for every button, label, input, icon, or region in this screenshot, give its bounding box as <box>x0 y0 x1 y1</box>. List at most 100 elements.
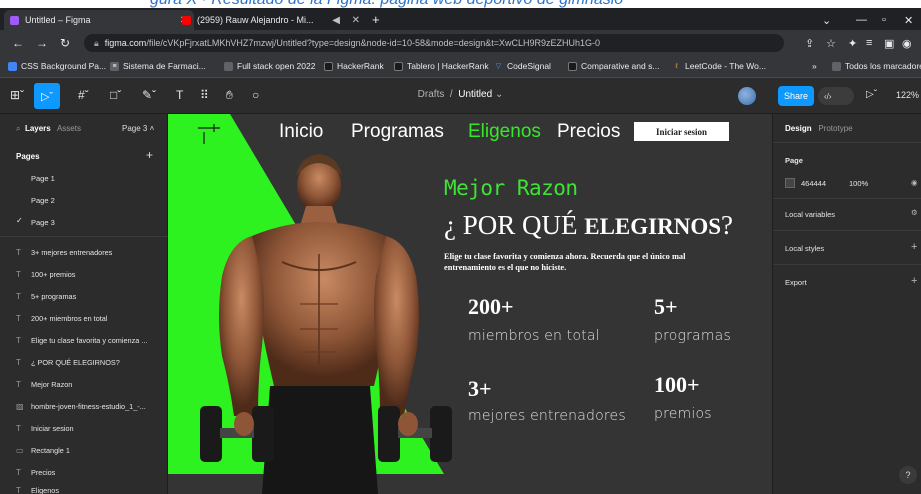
canvas[interactable]: Inicio Programas Eligenos Precios Inicia… <box>168 114 772 494</box>
add-page-icon[interactable]: + <box>146 148 153 162</box>
url-input[interactable]: 🔒︎ figma.com /file/cVKpFjrxatLMKhVHZ7mzw… <box>84 34 784 52</box>
tab-figma[interactable]: Untitled – Figma ✕ <box>4 10 194 30</box>
reload-icon[interactable]: ↻ <box>60 36 70 50</box>
bookmark-favicon-icon: ≡ <box>110 61 119 71</box>
right-panel-tabs: Design Prototype <box>785 124 853 133</box>
design-frame[interactable]: Inicio Programas Eligenos Precios Inicia… <box>168 114 772 494</box>
audio-icon[interactable]: ◀ <box>332 15 340 26</box>
bookmark-item[interactable]: Tablero | HackerRank <box>394 61 489 71</box>
nav-precios[interactable]: Precios <box>557 121 620 143</box>
login-button[interactable]: Iniciar sesion <box>634 122 729 141</box>
nav-inicio[interactable]: Inicio <box>279 121 323 143</box>
bookmark-item[interactable]: Comparative and s... <box>568 61 659 71</box>
zoom-level[interactable]: 122% <box>896 90 919 100</box>
bookmark-item[interactable]: ▽ CodeSignal <box>494 61 551 71</box>
screen: gura X · Resultado de la Figma: pagina w… <box>0 0 921 494</box>
bookmarks-more[interactable]: » <box>812 61 817 71</box>
local-styles-label[interactable]: Local styles <box>785 244 824 253</box>
tab-search-icon[interactable]: ⌄ <box>822 14 831 27</box>
profile-icon[interactable]: ◉ <box>902 37 912 50</box>
caption-text: gura X · Resultado de la Figma: pagina w… <box>150 0 623 8</box>
nav-eligenos[interactable]: Eligenos <box>468 121 541 143</box>
page-selector[interactable]: Page 3 ˄ <box>122 124 154 133</box>
page-color-swatch[interactable] <box>785 178 795 188</box>
bookmark-favicon-icon <box>568 61 577 71</box>
fitness-man-image <box>200 154 452 494</box>
layer-item[interactable]: T 5+ programas <box>16 292 76 301</box>
back-icon[interactable]: ← <box>12 36 24 50</box>
section-subtext: Elige tu clase favorita y comienza ahora… <box>444 252 686 272</box>
tab-layers[interactable]: Layers <box>25 124 51 133</box>
folder-icon <box>832 61 841 71</box>
layers-panel: ⌕ Layers Assets Page 3 ˄ Pages + Page 1 … <box>0 114 168 494</box>
tab-youtube[interactable]: (2959) Rauw Alejandro - Mi... ◀ ✕ <box>176 10 366 30</box>
new-tab-icon[interactable]: + <box>372 12 380 27</box>
minimize-icon[interactable]: — <box>856 14 867 26</box>
bookmark-item[interactable]: ℓ LeetCode - The Wo... <box>672 61 766 71</box>
present-icon[interactable]: ▷ˇ <box>866 89 877 100</box>
avatar[interactable] <box>738 87 756 105</box>
page-item-active[interactable]: Page 3 <box>31 218 55 227</box>
local-variables-label[interactable]: Local variables <box>785 210 835 219</box>
help-button[interactable]: ? <box>899 466 917 484</box>
chevron-down-icon[interactable]: ⌄ <box>495 89 503 100</box>
drafts-link[interactable]: Drafts <box>418 89 445 100</box>
layer-item[interactable]: T Elige tu clase favorita y comienza ... <box>16 336 147 345</box>
stat-number: 200+ <box>468 294 514 319</box>
reading-list-icon[interactable]: ≡ <box>866 37 872 49</box>
dev-mode-toggle[interactable]: ‹/› <box>818 87 854 105</box>
text-layer-icon: T <box>16 380 21 389</box>
layer-item[interactable]: T Precios <box>16 468 55 477</box>
add-style-icon[interactable]: + <box>911 241 917 253</box>
page-opacity-value[interactable]: 100% <box>849 179 868 188</box>
layer-item[interactable]: ▨ hombre-joven-fitness-estudio_1_-... <box>16 402 146 411</box>
bookmark-favicon-icon <box>8 61 17 71</box>
bookmark-item[interactable]: HackerRank <box>324 61 384 71</box>
caption-strip: gura X · Resultado de la Figma: pagina w… <box>0 0 921 8</box>
tab-design[interactable]: Design <box>785 124 812 133</box>
share-page-icon[interactable]: ⇪ <box>805 37 814 50</box>
layer-item[interactable]: T 100+ premios <box>16 270 75 279</box>
bookmark-item[interactable]: Full stack open 2022 <box>224 61 315 71</box>
layer-item[interactable]: T Mejor Razon <box>16 380 72 389</box>
page-color-value[interactable]: 464444 <box>801 179 826 188</box>
close-icon[interactable]: ✕ <box>352 15 360 26</box>
share-button[interactable]: Share <box>778 86 814 106</box>
tab-assets[interactable]: Assets <box>57 124 81 133</box>
bookmark-item[interactable]: CSS Background Pa... <box>8 61 106 71</box>
youtube-favicon-icon <box>182 15 191 25</box>
visibility-icon[interactable]: ◉ <box>911 178 918 187</box>
page-item[interactable]: Page 1 <box>31 174 55 183</box>
layer-item[interactable]: T 200+ miembros en total <box>16 314 107 323</box>
layer-item[interactable]: T 3+ mejores entrenadores <box>16 248 112 257</box>
section-kicker: Mejor Razon <box>444 176 578 200</box>
tab-prototype[interactable]: Prototype <box>818 124 852 133</box>
text-layer-icon: T <box>16 336 21 345</box>
window-close-icon[interactable]: ✕ <box>904 14 913 27</box>
divider <box>0 236 168 237</box>
bookmark-star-icon[interactable]: ☆ <box>826 37 836 50</box>
leetcode-icon: ℓ <box>675 62 678 70</box>
layer-item[interactable]: ▭ Rectangle 1 <box>16 446 70 455</box>
add-export-icon[interactable]: + <box>911 275 917 287</box>
forward-icon[interactable]: → <box>36 36 48 50</box>
page-item[interactable]: Page 2 <box>31 196 55 205</box>
text-layer-icon: T <box>16 424 21 433</box>
all-bookmarks[interactable]: Todos los marcadores <box>832 61 921 71</box>
variables-icon[interactable]: ⚙ <box>911 208 918 217</box>
nav-programas[interactable]: Programas <box>351 121 444 143</box>
layer-item[interactable]: T Eligenos <box>16 486 59 494</box>
layer-item[interactable]: T ¿ POR QUÉ ELEGIRNOS? <box>16 358 120 367</box>
page-section-title: Page <box>785 156 803 165</box>
layer-item[interactable]: T Iniciar sesion <box>16 424 74 433</box>
bookmark-item[interactable]: ≡ Sistema de Farmaci... <box>110 61 206 71</box>
document-name[interactable]: Untitled <box>458 89 492 100</box>
text-layer-icon: T <box>16 248 21 257</box>
search-icon[interactable]: ⌕ <box>16 124 20 133</box>
sidepanel-icon[interactable]: ▣ <box>884 37 894 50</box>
design-panel: Design Prototype Page 464444 100% ◉ Loca… <box>772 114 921 494</box>
divider <box>773 264 921 265</box>
maximize-icon[interactable]: ▫ <box>882 14 886 26</box>
extension-icon[interactable]: ✦ <box>848 37 857 50</box>
export-label[interactable]: Export <box>785 278 807 287</box>
